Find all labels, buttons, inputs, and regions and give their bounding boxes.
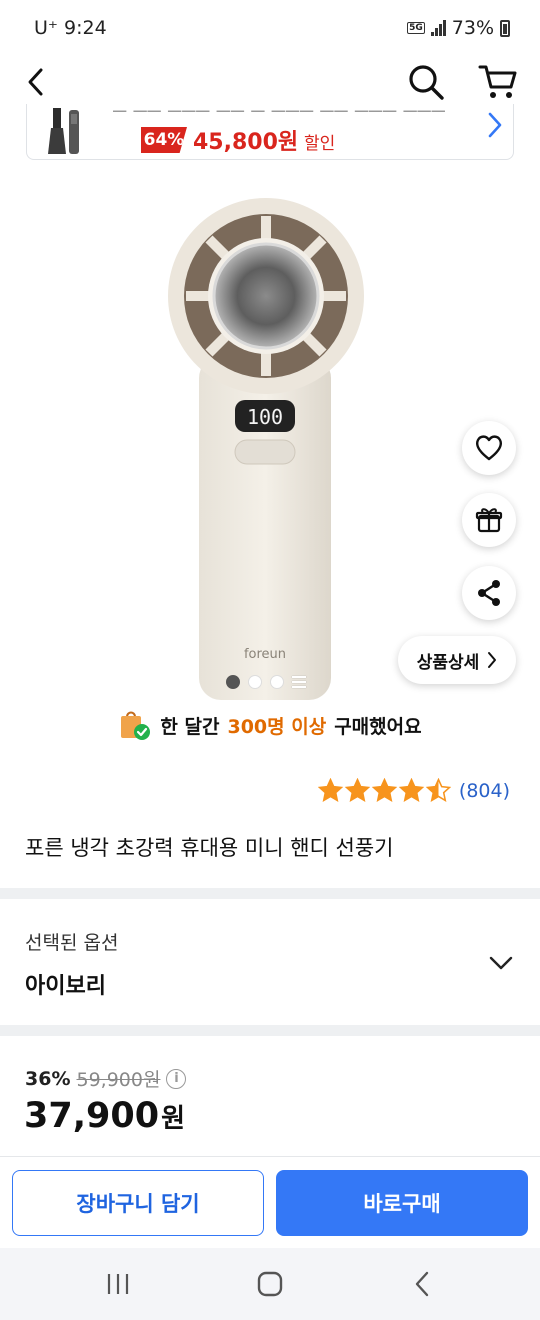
original-price: 59,900원 bbox=[76, 1069, 161, 1091]
purchase-suffix: 구매했어요 bbox=[334, 715, 422, 738]
search-button[interactable] bbox=[404, 60, 448, 104]
section-divider bbox=[0, 1025, 540, 1036]
image-pagination bbox=[226, 675, 306, 689]
promo-sale-label: 할인 bbox=[304, 134, 336, 154]
product-detail-button[interactable]: 상품상세 bbox=[398, 636, 516, 684]
section-divider bbox=[0, 888, 540, 899]
promo-banner[interactable]: ▁ ▁▁ ▁▁▁ ▁▁ ▁ ▁▁▁ ▁▁ ▁▁▁ ▁▁▁ 64% 45,800원… bbox=[26, 104, 514, 160]
signal-icon bbox=[430, 20, 446, 36]
gift-button[interactable] bbox=[462, 493, 516, 547]
final-price-amount: 37,900 bbox=[24, 1096, 160, 1136]
heart-icon bbox=[475, 435, 503, 461]
final-price-unit: 원 bbox=[161, 1104, 185, 1134]
system-back-icon bbox=[415, 1271, 429, 1297]
clock: 9:24 bbox=[63, 17, 107, 39]
product-image[interactable]: 100 foreun bbox=[165, 196, 365, 702]
option-label: 선택된 옵션 bbox=[25, 932, 119, 954]
back-arrow-icon bbox=[28, 68, 43, 96]
gift-icon bbox=[475, 508, 503, 533]
share-button[interactable] bbox=[462, 566, 516, 620]
purchase-count-line: 한 달간 300명 이상 구매했어요 bbox=[0, 708, 540, 742]
discount-percent: 36% bbox=[25, 1067, 71, 1090]
wishlist-button[interactable] bbox=[462, 421, 516, 475]
back-button[interactable] bbox=[14, 60, 58, 104]
rating-summary[interactable]: (804) bbox=[317, 778, 510, 803]
product-detail-label: 상품상세 bbox=[416, 652, 480, 673]
star-icon bbox=[344, 778, 370, 802]
pagination-dot-3[interactable] bbox=[270, 675, 284, 689]
chevron-right-icon bbox=[488, 652, 497, 668]
promo-clipped-text: ▁ ▁▁ ▁▁▁ ▁▁ ▁ ▁▁▁ ▁▁ ▁▁▁ ▁▁▁ bbox=[113, 104, 469, 112]
share-icon bbox=[478, 580, 500, 606]
shopping-bag-check-icon bbox=[121, 711, 151, 740]
product-title: 포른 냉각 초강력 휴대용 미니 핸디 선풍기 bbox=[25, 836, 394, 860]
buy-now-button[interactable]: 바로구매 bbox=[276, 1170, 528, 1236]
pagination-dot-2[interactable] bbox=[248, 675, 262, 689]
pagination-more-icon[interactable] bbox=[292, 675, 306, 689]
star-icon bbox=[425, 778, 451, 802]
carrier-label: U⁺ bbox=[34, 17, 58, 39]
promo-discount-badge: 64% bbox=[141, 127, 187, 153]
star-icon bbox=[398, 778, 424, 802]
purchase-prefix: 한 달간 bbox=[160, 715, 220, 738]
final-price: 37,900원 bbox=[24, 1096, 185, 1136]
chevron-down-icon[interactable] bbox=[488, 950, 514, 976]
info-icon[interactable]: i bbox=[166, 1068, 187, 1089]
add-to-cart-button[interactable]: 장바구니 담기 bbox=[12, 1170, 264, 1236]
fan-display-readout: 100 bbox=[247, 405, 283, 429]
bottom-action-bar: 장바구니 담기 바로구매 bbox=[0, 1156, 540, 1248]
discount-row: 36% 59,900원 i bbox=[25, 1065, 187, 1092]
cart-button[interactable] bbox=[476, 60, 520, 104]
network-5g-icon: 5G bbox=[407, 22, 425, 34]
fan-brand-mark: foreun bbox=[244, 647, 286, 662]
recent-apps-button[interactable] bbox=[88, 1260, 148, 1308]
home-button[interactable] bbox=[240, 1260, 300, 1308]
search-icon bbox=[409, 65, 444, 100]
star-icon bbox=[317, 778, 343, 802]
pagination-dot-1[interactable] bbox=[226, 675, 240, 689]
system-nav-bar bbox=[0, 1248, 540, 1320]
promo-product-thumbnail bbox=[48, 108, 79, 154]
status-bar: U⁺ 9:24 5G 73% bbox=[0, 0, 540, 56]
recent-apps-icon bbox=[107, 1274, 129, 1294]
top-nav bbox=[0, 56, 540, 108]
purchase-highlight: 300명 이상 bbox=[227, 715, 327, 738]
promo-price: 45,800원 bbox=[193, 130, 299, 155]
system-back-button[interactable] bbox=[392, 1260, 452, 1308]
cart-icon bbox=[478, 65, 517, 98]
battery-percent: 73% bbox=[451, 17, 494, 39]
home-icon bbox=[257, 1271, 283, 1297]
rating-stars bbox=[317, 778, 451, 803]
battery-icon bbox=[500, 19, 510, 37]
option-value: 아이보리 bbox=[25, 974, 106, 999]
star-icon bbox=[371, 778, 397, 802]
rating-count[interactable]: (804) bbox=[459, 780, 510, 802]
chevron-right-icon bbox=[488, 112, 502, 138]
